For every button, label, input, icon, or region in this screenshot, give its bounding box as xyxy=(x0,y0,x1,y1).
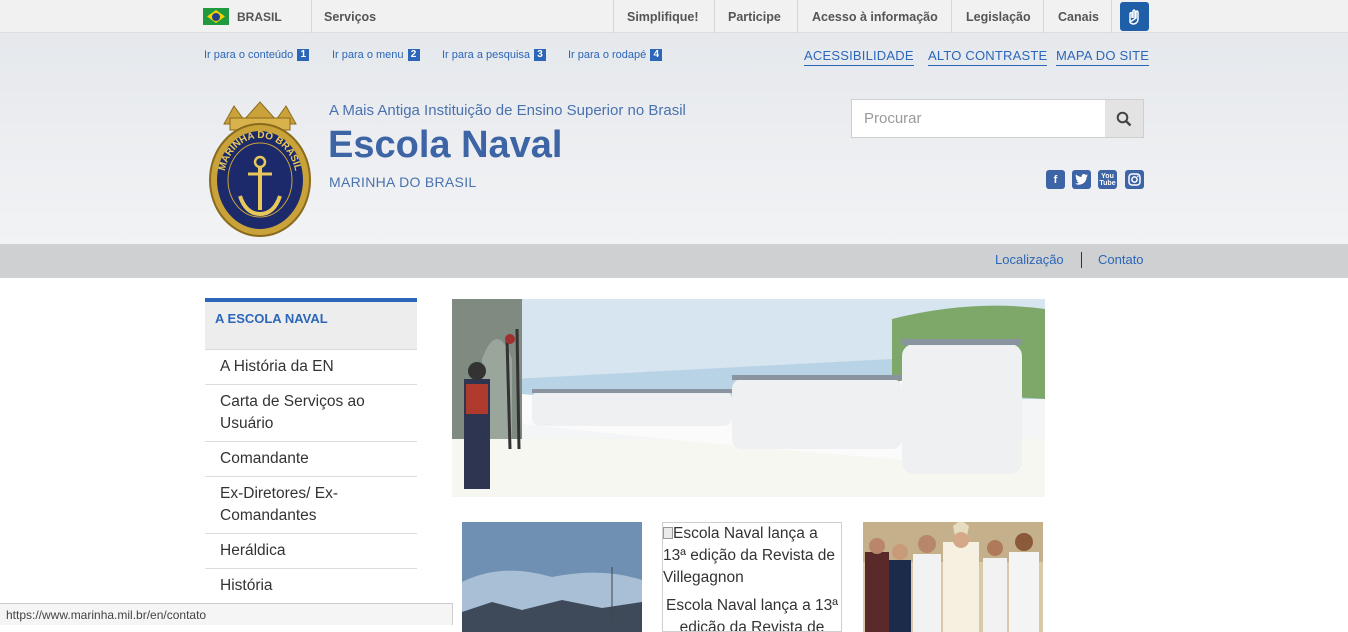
sidebar-item-historia-en[interactable]: A História da EN xyxy=(205,349,417,384)
news-card-2-title[interactable]: Escola Naval lança a 13ª edição da Revis… xyxy=(663,595,841,631)
gov-bar-divider xyxy=(1043,0,1044,33)
news-card-2[interactable]: Escola Naval lança a 13ª edição da Revis… xyxy=(662,522,842,632)
skip-link-label: Ir para o conteúdo xyxy=(204,49,294,61)
brasil-link[interactable]: BRASIL xyxy=(203,0,282,33)
canais-link[interactable]: Canais xyxy=(1058,0,1099,33)
contato-link[interactable]: Contato xyxy=(1098,252,1144,267)
gov-bar: BRASIL Serviços Simplifique! Participe A… xyxy=(0,0,1348,33)
simplifique-link[interactable]: Simplifique! xyxy=(627,0,699,33)
skip-to-search-link[interactable]: Ir para a pesquisa 3 xyxy=(442,49,547,61)
search-button[interactable] xyxy=(1105,100,1143,137)
youtube-icon[interactable]: You Tube xyxy=(1098,170,1117,189)
facebook-glyph: f xyxy=(1053,173,1058,186)
gov-bar-divider xyxy=(613,0,614,33)
instagram-icon[interactable] xyxy=(1125,170,1144,189)
search-input[interactable] xyxy=(852,100,1106,137)
gov-bar-divider xyxy=(797,0,798,33)
news-card-1[interactable] xyxy=(462,522,642,632)
skip-to-content-link[interactable]: Ir para o conteúdo 1 xyxy=(204,49,310,61)
skip-to-menu-link[interactable]: Ir para o menu 2 xyxy=(332,49,420,61)
skip-link-label: Ir para o rodapé xyxy=(568,49,647,61)
skip-key-badge: 4 xyxy=(650,49,663,61)
skip-link-label: Ir para o menu xyxy=(332,49,404,61)
sidebar-menu: A ESCOLA NAVAL A História da EN Carta de… xyxy=(205,298,417,625)
news-card-2-alt-text: Escola Naval lança a 13ª edição da Revis… xyxy=(663,525,836,586)
navy-emblem-logo[interactable]: MARINHA DO BRASIL xyxy=(204,100,316,240)
acessibilidade-link[interactable]: ACESSIBILIDADE xyxy=(804,48,914,66)
site-subtitle: A Mais Antiga Instituição de Ensino Supe… xyxy=(329,102,686,119)
toolbar-divider xyxy=(1081,252,1082,268)
broken-image-alt[interactable]: Escola Naval lança a 13ª edição da Revis… xyxy=(663,523,841,589)
youtube-glyph: You Tube xyxy=(1099,172,1116,187)
sidebar-item-ex-diretores[interactable]: Ex-Diretores/ Ex-Comandantes xyxy=(205,476,417,533)
gov-bar-divider xyxy=(714,0,715,33)
browser-status-bar: https://www.marinha.mil.br/en/contato xyxy=(0,603,453,625)
skip-to-footer-link[interactable]: Ir para o rodapé 4 xyxy=(568,49,663,61)
broken-image-icon xyxy=(663,527,673,539)
skip-key-badge: 2 xyxy=(407,49,420,61)
service-toolbar xyxy=(0,244,1348,278)
skip-key-badge: 1 xyxy=(297,49,310,61)
legislacao-link[interactable]: Legislação xyxy=(966,0,1031,33)
alto-contraste-link[interactable]: ALTO CONTRASTE xyxy=(928,48,1048,66)
site-title[interactable]: Escola Naval xyxy=(328,124,562,167)
hero-parade-image[interactable] xyxy=(452,299,1045,497)
localizacao-link[interactable]: Localização xyxy=(995,252,1064,267)
brasil-label: BRASIL xyxy=(237,9,282,24)
gov-bar-divider xyxy=(311,0,312,33)
facebook-icon[interactable]: f xyxy=(1046,170,1065,189)
organization-name: MARINHA DO BRASIL xyxy=(329,174,477,190)
sidebar-item-comandante[interactable]: Comandante xyxy=(205,441,417,476)
sidebar-item-historia[interactable]: História xyxy=(205,568,417,603)
sidebar-heading[interactable]: A ESCOLA NAVAL xyxy=(205,298,417,349)
search-box xyxy=(851,99,1144,138)
gov-bar-divider xyxy=(1111,0,1112,33)
twitter-icon[interactable] xyxy=(1072,170,1091,189)
sidebar-item-carta-servicos[interactable]: Carta de Serviços ao Usuário xyxy=(205,384,417,441)
acesso-informacao-link[interactable]: Acesso à informação xyxy=(812,0,938,33)
skip-key-badge: 3 xyxy=(534,49,547,61)
search-icon xyxy=(1116,111,1132,126)
sidebar-item-heraldica[interactable]: Heráldica xyxy=(205,533,417,568)
skip-link-label: Ir para a pesquisa xyxy=(442,49,531,61)
servicos-link[interactable]: Serviços xyxy=(324,0,376,33)
hands-sign-language-icon[interactable] xyxy=(1120,2,1149,31)
mapa-do-site-link[interactable]: MAPA DO SITE xyxy=(1056,48,1150,66)
gov-bar-divider xyxy=(951,0,952,33)
participe-link[interactable]: Participe xyxy=(728,0,781,33)
news-card-3[interactable] xyxy=(863,522,1043,632)
brazil-flag-icon xyxy=(203,8,229,25)
